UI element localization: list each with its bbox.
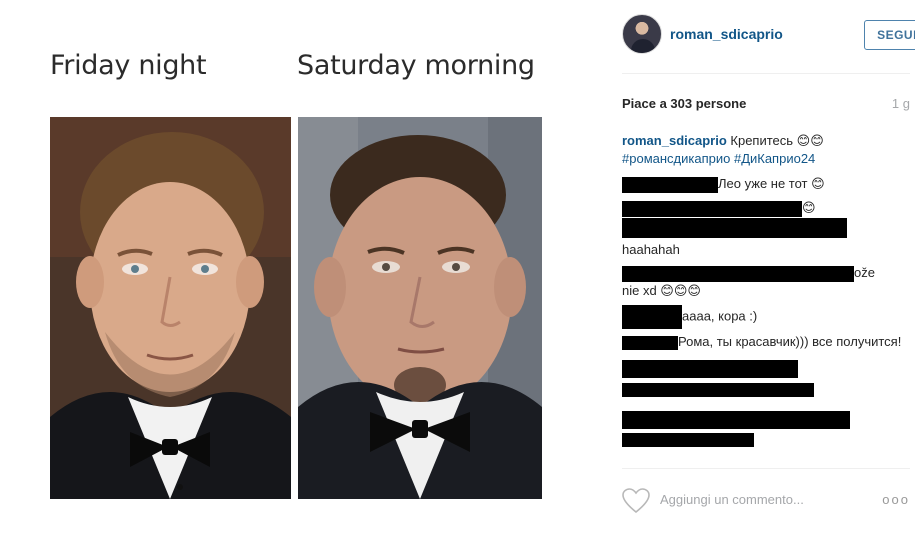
list-item	[622, 218, 912, 238]
list-item	[622, 430, 912, 448]
comment-text: аааа, кора :)	[682, 308, 758, 324]
redacted-comment	[622, 265, 854, 282]
follow-button[interactable]: SEGUI	[864, 20, 915, 50]
comment-text: 😊	[802, 200, 816, 215]
post-media[interactable]: Friday night Saturday morning	[0, 0, 602, 534]
comment-bar: ooo	[622, 486, 910, 516]
photo-friday	[50, 117, 291, 499]
comment-text: nie xd 😊😊😊	[622, 283, 701, 298]
comment-text: ože	[854, 265, 875, 280]
comment-text: Рома, ты красавчик))) все получится!	[678, 334, 902, 349]
redacted-username	[622, 200, 802, 217]
meme-caption-left: Friday night	[50, 50, 207, 81]
likes-row: Piace a 303 persone 1 g	[622, 96, 910, 112]
list-item	[622, 381, 912, 399]
comment-username[interactable]: roman_sdicaprio	[622, 133, 727, 148]
divider	[622, 468, 910, 469]
redacted-comment	[622, 411, 850, 430]
list-item: haahahah	[622, 241, 912, 259]
redacted-username	[622, 335, 678, 350]
list-item	[622, 411, 912, 430]
likes-count[interactable]: Piace a 303 persone	[622, 96, 746, 111]
comment-text: haahahah	[622, 242, 680, 257]
divider	[622, 73, 910, 74]
redacted-comment	[622, 432, 754, 447]
list-item	[622, 359, 912, 378]
redacted-username	[622, 176, 718, 193]
comment-text: Лео уже не тот 😊	[718, 176, 825, 191]
list-item: 😊	[622, 199, 912, 217]
comment-hashtags[interactable]: #романсдикаприо #ДиКаприо24	[622, 151, 815, 166]
post-time[interactable]: 1 g	[892, 96, 910, 111]
avatar[interactable]	[622, 14, 662, 54]
list-item: ože nie xd 😊😊😊	[622, 264, 912, 300]
more-options-icon[interactable]: ooo	[882, 492, 910, 507]
post-side-panel: roman_sdicaprio SEGUI Piace a 303 person…	[602, 0, 915, 534]
caption-comment: roman_sdicaprio Крепитесь 😊😊 #романсдика…	[622, 132, 912, 168]
list-item: аааа, кора :)	[622, 305, 912, 329]
redacted-comment	[622, 383, 814, 398]
redacted-username	[622, 305, 682, 329]
comment-text: Крепитесь 😊😊	[730, 133, 824, 148]
meme-caption-right: Saturday morning	[297, 50, 535, 81]
heart-icon[interactable]	[622, 488, 650, 514]
list-item: Рома, ты красавчик))) все получится!	[622, 333, 912, 351]
post-author-username[interactable]: roman_sdicaprio	[670, 26, 783, 42]
list-item: Лео уже не тот 😊	[622, 175, 912, 193]
add-comment-input[interactable]	[660, 492, 880, 507]
redacted-comment	[622, 359, 798, 378]
redacted-comment	[622, 218, 847, 238]
post-header: roman_sdicaprio SEGUI	[622, 14, 915, 58]
photo-saturday	[298, 117, 542, 499]
comments-list: roman_sdicaprio Крепитесь 😊😊 #романсдика…	[622, 132, 912, 448]
